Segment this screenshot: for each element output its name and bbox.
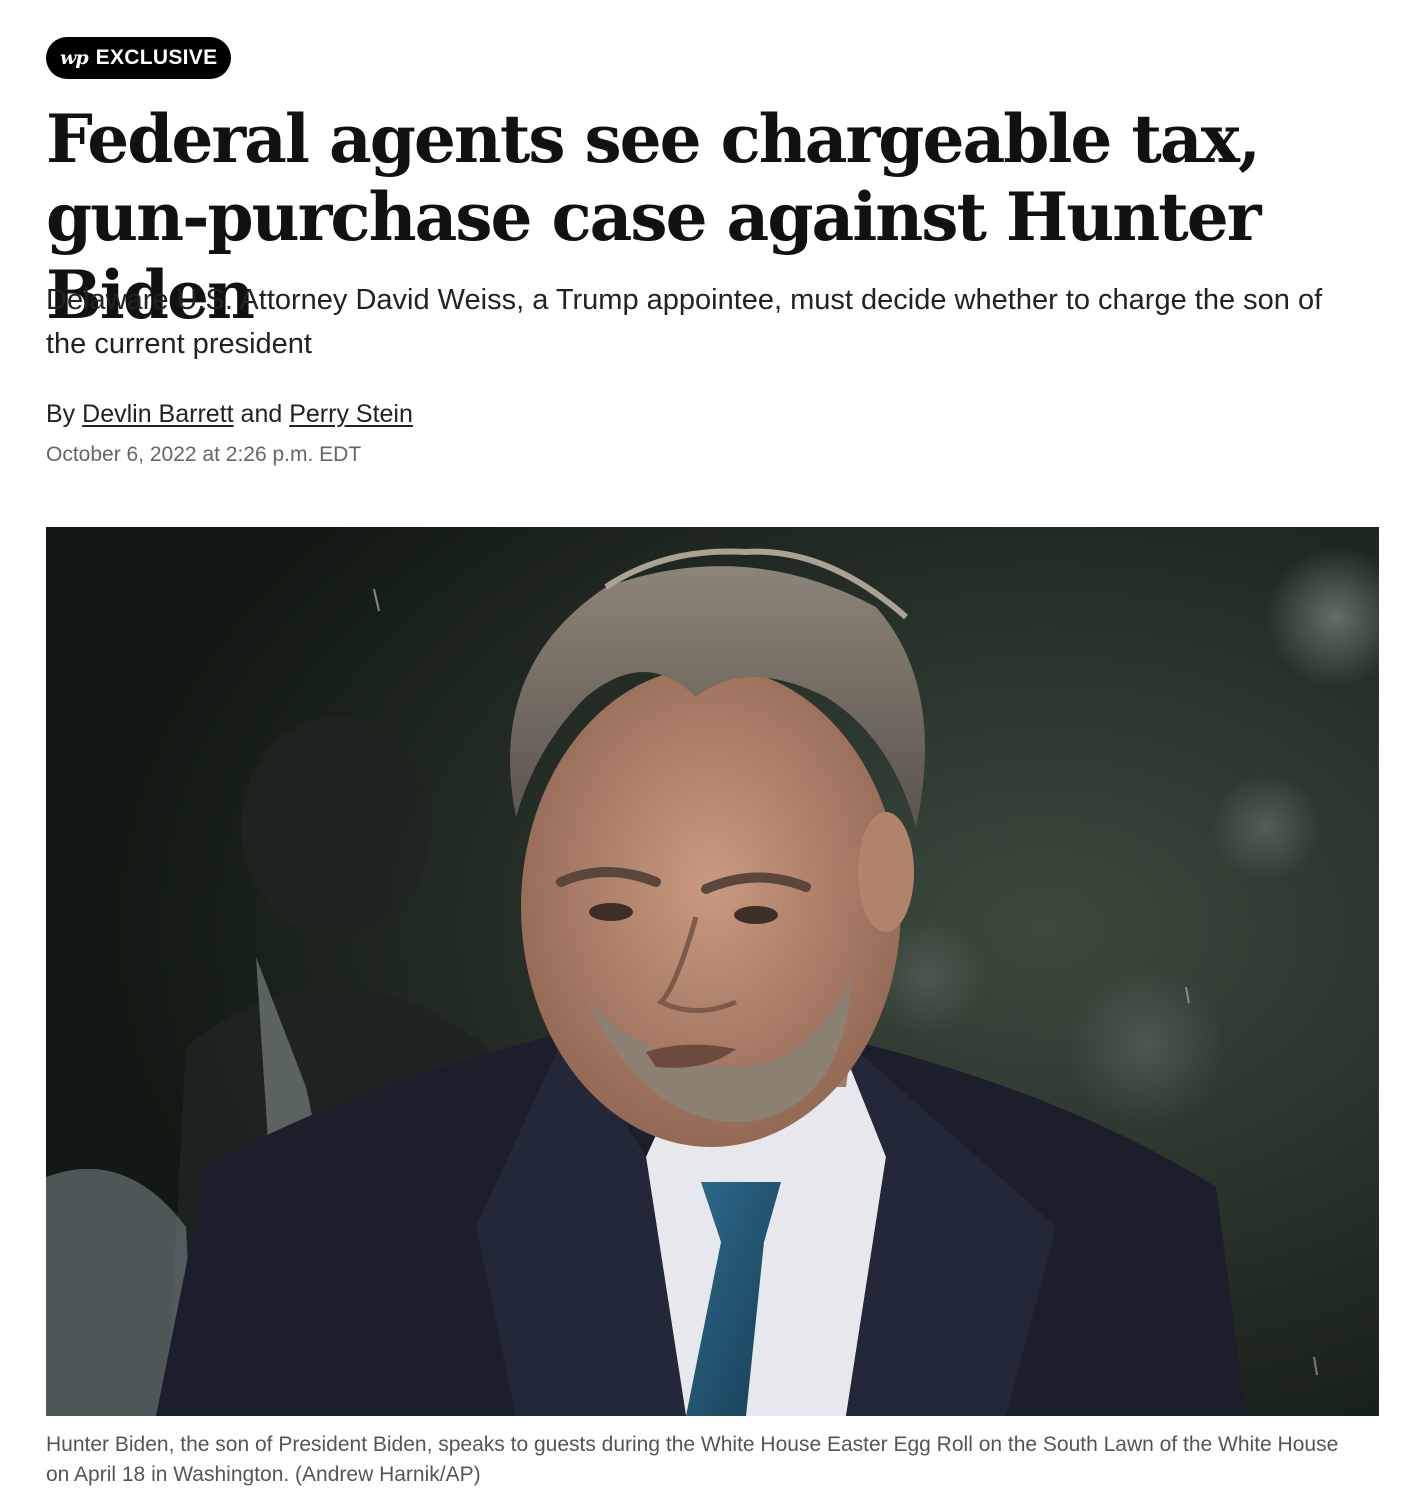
exclusive-label: EXCLUSIVE <box>95 46 218 69</box>
wp-logo-icon: wp <box>60 47 89 69</box>
exclusive-badge: wp EXCLUSIVE <box>46 37 232 79</box>
author-link-perry-stein[interactable]: Perry Stein <box>289 400 413 428</box>
byline: By Devlin Barrett and Perry Stein <box>46 396 413 432</box>
subheadline: Delaware U.S. Attorney David Weiss, a Tr… <box>46 284 1323 360</box>
publish-date: October 6, 2022 at 2:26 p.m. EDT <box>46 443 362 466</box>
byline-prefix: By <box>46 400 76 428</box>
byline-conjunction: and <box>240 400 283 428</box>
lead-photo <box>46 527 1379 1416</box>
author-link-devlin-barrett[interactable]: Devlin Barrett <box>82 400 233 428</box>
photo-caption: Hunter Biden, the son of President Biden… <box>46 1433 1339 1486</box>
